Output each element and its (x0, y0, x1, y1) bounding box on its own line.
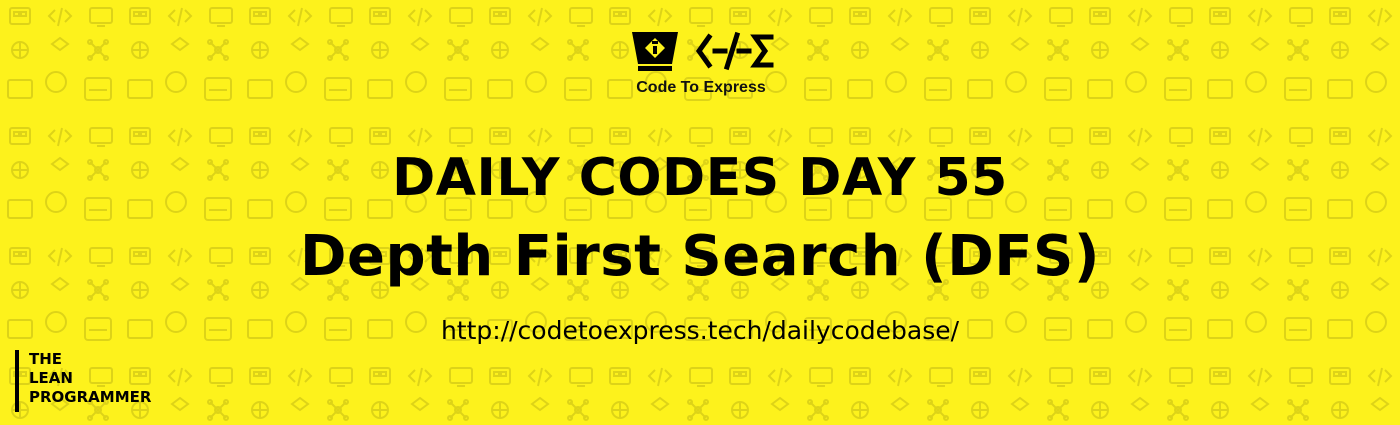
code-glyph-icon (695, 31, 774, 71)
badge-line-programmer: PROGRAMMER (29, 388, 152, 406)
banner: Code To Express DAILY CODES DAY 55 Depth… (0, 0, 1400, 425)
badge-line-lean: LEAN (29, 369, 73, 387)
website-link[interactable]: http://codetoexpress.tech/dailycodebase/ (0, 316, 1400, 345)
lean-programmer-badge: THE LEAN PROGRAMMER (15, 350, 151, 412)
headline-topic: Depth First Search (DFS) (300, 224, 1100, 289)
code-to-express-logo[interactable]: Code To Express (620, 27, 780, 99)
headline-day: DAILY CODES DAY 55 (392, 148, 1008, 208)
badge-line-the: THE (29, 350, 63, 368)
monitor-diamond-icon (632, 32, 678, 71)
brand-name: Code To Express (636, 79, 766, 96)
